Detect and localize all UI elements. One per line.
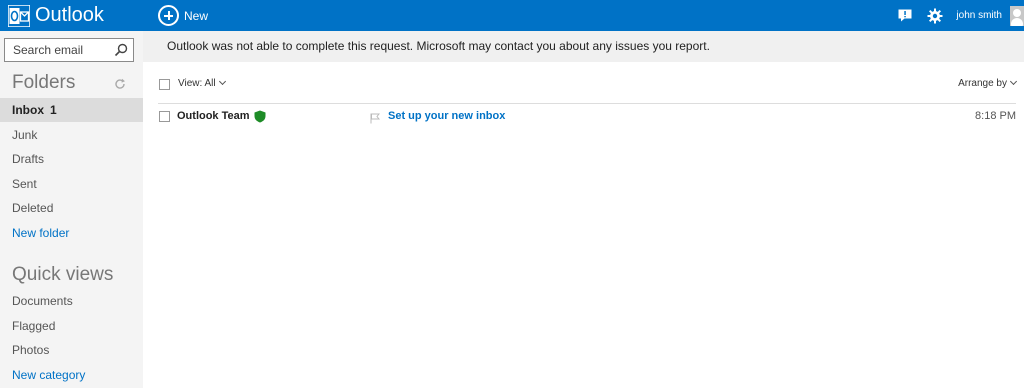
message-subject: Set up your new inbox (388, 110, 506, 122)
gear-icon[interactable] (926, 7, 944, 25)
sidebar-item-label: Drafts (12, 152, 45, 166)
sidebar-item-drafts[interactable]: Drafts (0, 147, 143, 171)
sidebar-item-sent[interactable]: Sent (0, 172, 143, 196)
quick-view-label: Photos (12, 343, 50, 357)
quick-view-documents[interactable]: Documents (0, 289, 143, 313)
select-all-checkbox[interactable] (159, 79, 170, 90)
new-button-label: New (184, 8, 209, 23)
message-sender: Outlook Team (177, 110, 250, 122)
arrange-by-label: Arrange by (958, 78, 1007, 89)
avatar[interactable] (1010, 5, 1024, 26)
view-filter-label: View: All (178, 78, 216, 89)
sidebar-item-inbox[interactable]: Inbox 1 (0, 98, 143, 122)
shield-icon (254, 110, 266, 123)
quick-views-title: Quick views (12, 264, 114, 285)
message-checkbox[interactable] (159, 111, 170, 122)
flag-icon[interactable] (370, 111, 381, 124)
view-filter-dropdown[interactable]: View: All (178, 77, 226, 89)
message-time: 8:18 PM (975, 110, 1016, 122)
sidebar-item-label: Deleted (12, 201, 54, 215)
unread-count: 1 (50, 103, 57, 117)
sidebar: Folders Inbox1 Junk Drafts Sent Deleted … (0, 31, 143, 388)
quick-view-flagged[interactable]: Flagged (0, 314, 143, 338)
outlook-logo-icon (7, 3, 31, 28)
outlook-logo[interactable]: Outlook (7, 3, 104, 28)
feedback-icon[interactable] (896, 7, 914, 25)
chevron-down-icon (218, 77, 226, 86)
sidebar-item-deleted[interactable]: Deleted (0, 196, 143, 220)
search-box (4, 38, 134, 62)
search-input[interactable] (5, 39, 109, 61)
new-category-label: New category (12, 368, 86, 382)
arrange-by-dropdown[interactable]: Arrange by (958, 77, 1018, 89)
message-list-toolbar: View: All Arrange by (158, 76, 1018, 94)
top-right-controls: john smith (896, 0, 1024, 31)
top-bar: Outlook New john smith (0, 0, 1024, 31)
new-button[interactable]: New (158, 4, 208, 27)
quick-view-label: Flagged (12, 319, 56, 333)
chevron-down-icon (1009, 77, 1018, 86)
user-name[interactable]: john smith (956, 10, 1002, 21)
new-category-link[interactable]: New category (0, 363, 143, 387)
banner-text: Outlook was not able to complete this re… (167, 39, 710, 53)
quick-view-photos[interactable]: Photos (0, 338, 143, 362)
new-folder-label: New folder (12, 226, 70, 240)
message-row[interactable]: Outlook Team Set up your new inbox 8:18 … (158, 108, 1016, 126)
refresh-icon[interactable] (114, 77, 126, 89)
sidebar-item-label: Sent (12, 177, 37, 191)
error-banner: Outlook was not able to complete this re… (143, 31, 1024, 62)
folders-title: Folders (12, 72, 76, 93)
sidebar-item-label: Inbox (12, 103, 44, 117)
new-circle-plus-icon (158, 5, 179, 26)
quick-view-label: Documents (12, 294, 73, 308)
sidebar-item-label: Junk (12, 128, 38, 142)
new-folder-link[interactable]: New folder (0, 221, 143, 245)
sidebar-item-junk[interactable]: Junk (0, 123, 143, 147)
search-icon[interactable] (114, 43, 128, 57)
app-name: Outlook (35, 4, 104, 26)
divider (158, 103, 1016, 104)
